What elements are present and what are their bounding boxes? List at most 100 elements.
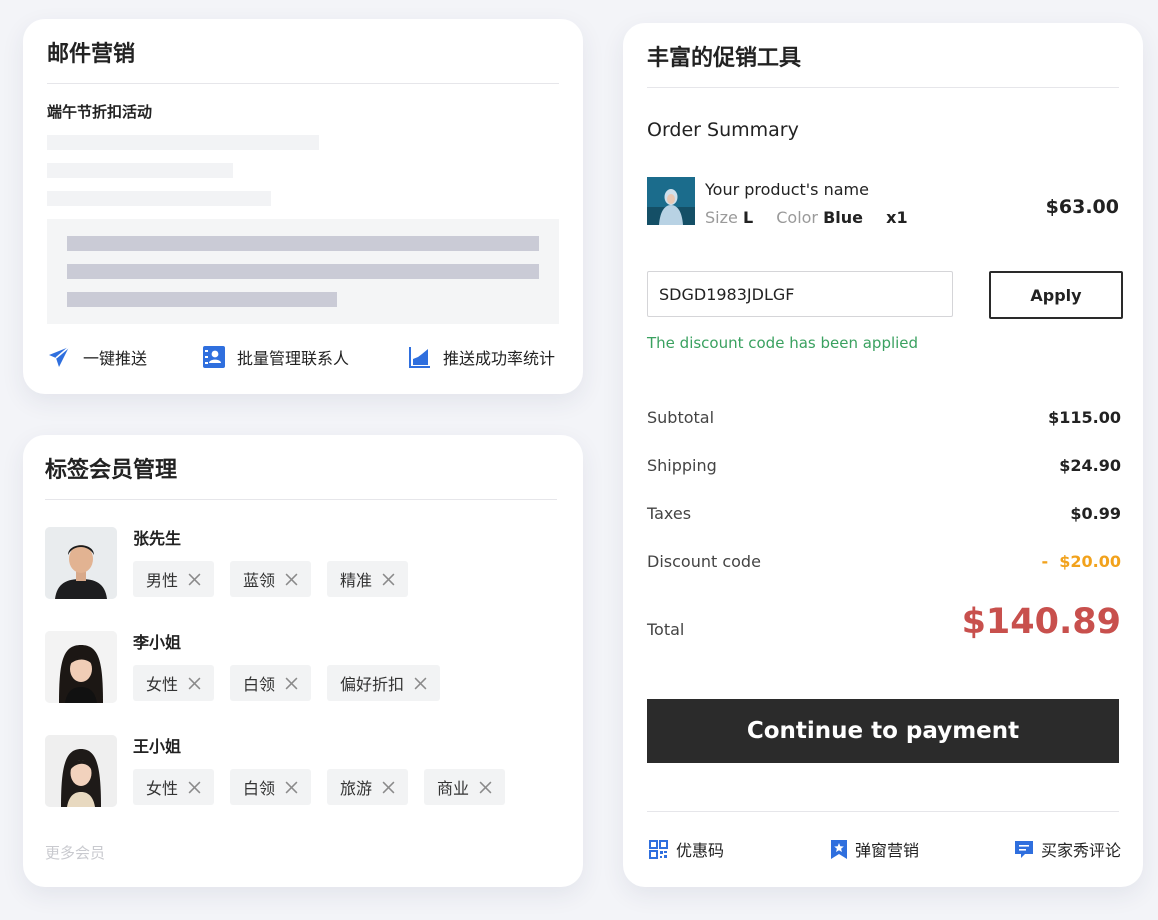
skeleton-line — [47, 191, 271, 206]
action-label: 一键推送 — [83, 349, 148, 368]
member-name: 王小姐 — [133, 737, 182, 756]
apply-button[interactable]: Apply — [989, 271, 1123, 319]
tag-label: 女性 — [146, 779, 179, 798]
remove-tag-icon[interactable] — [188, 677, 201, 690]
row-label: Shipping — [647, 456, 717, 475]
coupon-code-tool[interactable]: 优惠码 — [649, 837, 724, 861]
tag-label: 白领 — [243, 779, 276, 798]
discount-applied-message: The discount code has been applied — [647, 334, 919, 352]
batch-contacts-action[interactable]: 批量管理联系人 — [203, 345, 349, 369]
tag-label: 蓝领 — [243, 571, 276, 590]
remove-tag-icon[interactable] — [382, 781, 395, 794]
promo-card-divider — [647, 87, 1119, 88]
quantity: x1 — [886, 208, 908, 227]
comment-icon — [1015, 840, 1033, 858]
remove-tag-icon[interactable] — [479, 781, 492, 794]
product-name: Your product's name — [705, 180, 869, 199]
area-chart-icon — [409, 347, 430, 368]
row-label: Taxes — [647, 504, 692, 523]
email-marketing-card: 邮件营销 端午节折扣活动 一键推送 批量管理联系人 推送成功率统计 — [23, 19, 583, 394]
email-preview-box — [47, 219, 559, 324]
skeleton-bar — [67, 292, 337, 307]
buyer-show-review-tool[interactable]: 买家秀评论 — [1015, 837, 1121, 861]
order-summary-title: Order Summary — [647, 119, 799, 141]
tag-label: 精准 — [340, 571, 373, 590]
discount-row: Discount code - $20.00 — [647, 552, 1121, 571]
size-label: Size — [705, 208, 738, 227]
tag-chip: 女性 — [133, 665, 215, 701]
row-value: $0.99 — [1070, 504, 1121, 523]
skeleton-line — [47, 163, 233, 178]
subtotal-row: Subtotal $115.00 — [647, 408, 1121, 427]
skeleton-bar — [67, 264, 539, 279]
member-item: 王小姐 女性 白领 旅游 商业 — [45, 735, 565, 807]
tag-label: 白领 — [243, 675, 276, 694]
shipping-row: Shipping $24.90 — [647, 456, 1121, 475]
row-label: Subtotal — [647, 408, 715, 427]
email-card-title: 邮件营销 — [47, 42, 136, 67]
skeleton-line — [47, 135, 319, 150]
bookmark-star-icon — [831, 839, 847, 859]
paper-plane-icon — [49, 346, 70, 367]
tag-list: 女性 白领 旅游 商业 — [133, 769, 521, 805]
campaign-name: 端午节折扣活动 — [47, 103, 153, 121]
tag-chip: 商业 — [424, 769, 506, 805]
row-label: Discount code — [647, 552, 761, 571]
continue-to-payment-button[interactable]: Continue to payment — [647, 699, 1119, 763]
more-members-link[interactable]: 更多会员 — [45, 842, 105, 863]
remove-tag-icon[interactable] — [285, 573, 298, 586]
tag-chip: 白领 — [230, 665, 312, 701]
total-value: $140.89 — [961, 602, 1121, 642]
one-click-push-action[interactable]: 一键推送 — [47, 345, 147, 369]
size-value: L — [742, 208, 754, 227]
tag-member-card: 标签会员管理 张先生 男性 蓝领 精准 李小姐 女性 白领 偏好折扣 王小姐 女… — [23, 435, 583, 887]
tool-label: 优惠码 — [676, 841, 725, 860]
promotion-tools-card: 丰富的促销工具 Order Summary Your product's nam… — [623, 23, 1143, 887]
row-value: $24.90 — [1059, 456, 1121, 475]
tag-chip: 蓝领 — [230, 561, 312, 597]
total-label: Total — [647, 620, 685, 639]
tag-chip: 旅游 — [327, 769, 409, 805]
contact-book-icon — [203, 346, 225, 368]
product-thumbnail — [647, 177, 695, 225]
member-item: 张先生 男性 蓝领 精准 — [45, 527, 565, 599]
avatar — [45, 735, 117, 807]
tag-list: 男性 蓝领 精准 — [133, 561, 424, 597]
tag-label: 旅游 — [340, 779, 373, 798]
remove-tag-icon[interactable] — [285, 781, 298, 794]
tag-list: 女性 白领 偏好折扣 — [133, 665, 456, 701]
remove-tag-icon[interactable] — [414, 677, 427, 690]
tool-label: 买家秀评论 — [1041, 841, 1122, 860]
member-name: 张先生 — [133, 529, 182, 548]
color-value: Blue — [823, 208, 864, 227]
action-label: 推送成功率统计 — [443, 349, 556, 368]
row-value: $115.00 — [1048, 408, 1121, 427]
tag-label: 女性 — [146, 675, 179, 694]
product-price: $63.00 — [1045, 196, 1119, 218]
tag-chip: 偏好折扣 — [327, 665, 441, 701]
tools-divider — [647, 811, 1119, 812]
color-label: Color — [776, 208, 819, 227]
action-label: 批量管理联系人 — [237, 349, 350, 368]
skeleton-bar — [67, 236, 539, 251]
tag-label: 商业 — [437, 779, 470, 798]
avatar — [45, 527, 117, 599]
remove-tag-icon[interactable] — [285, 677, 298, 690]
avatar — [45, 631, 117, 703]
tag-chip: 精准 — [327, 561, 409, 597]
tags-card-divider — [45, 499, 557, 500]
product-meta: Size L Color Blue x1 — [705, 208, 926, 227]
remove-tag-icon[interactable] — [188, 781, 201, 794]
remove-tag-icon[interactable] — [188, 573, 201, 586]
tag-label: 男性 — [146, 571, 179, 590]
tag-chip: 男性 — [133, 561, 215, 597]
discount-code-input[interactable] — [647, 271, 953, 317]
taxes-row: Taxes $0.99 — [647, 504, 1121, 523]
remove-tag-icon[interactable] — [382, 573, 395, 586]
popup-marketing-tool[interactable]: 弹窗营销 — [831, 837, 919, 861]
tool-label: 弹窗营销 — [855, 841, 920, 860]
tag-label: 偏好折扣 — [340, 675, 405, 694]
promo-card-title: 丰富的促销工具 — [647, 46, 802, 71]
push-success-stats-action[interactable]: 推送成功率统计 — [409, 345, 555, 369]
qr-code-icon — [649, 839, 668, 859]
